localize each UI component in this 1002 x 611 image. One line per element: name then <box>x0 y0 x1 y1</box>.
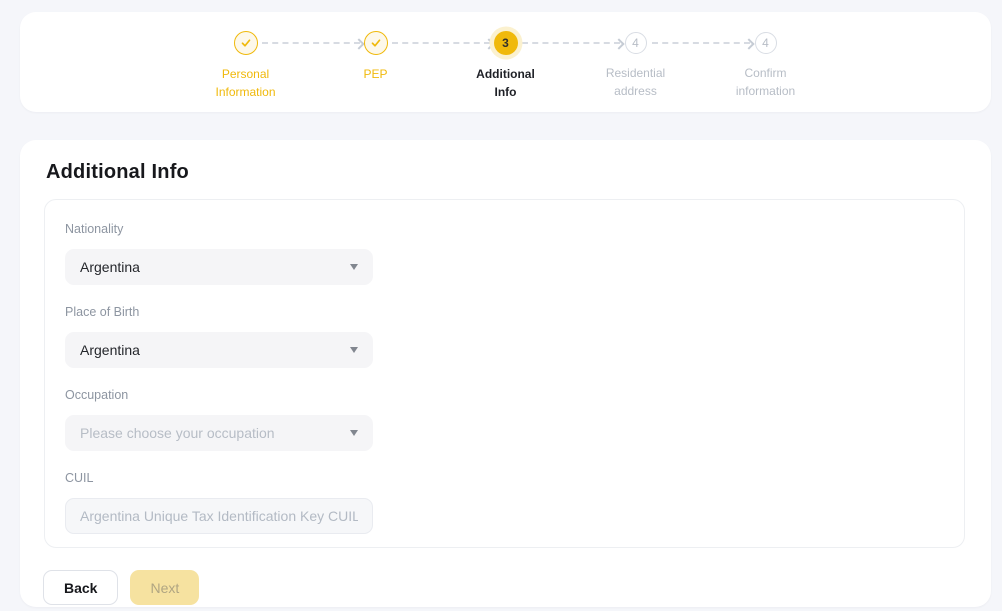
step-number-badge: 4 <box>625 32 647 54</box>
page-title: Additional Info <box>46 161 189 184</box>
occupation-placeholder: Please choose your occupation <box>80 425 275 441</box>
occupation-field-group: Occupation Please choose your occupation <box>65 388 964 451</box>
occupation-select[interactable]: Please choose your occupation <box>65 415 373 451</box>
cuil-field-group: CUIL <box>65 471 964 534</box>
step-label: Personal Information <box>205 65 287 101</box>
nationality-select[interactable]: Argentina <box>65 249 373 285</box>
cuil-label: CUIL <box>65 471 964 486</box>
step-label: Residential address <box>595 64 677 100</box>
place-of-birth-field-group: Place of Birth Argentina <box>65 305 964 368</box>
chevron-down-icon <box>350 347 358 353</box>
stepper-step-confirm-information: 4 Confirm information <box>701 31 831 101</box>
next-button[interactable]: Next <box>130 570 199 605</box>
chevron-down-icon <box>350 430 358 436</box>
back-button[interactable]: Back <box>43 570 118 605</box>
nationality-field-group: Nationality Argentina <box>65 222 964 285</box>
chevron-down-icon <box>350 264 358 270</box>
step-label: Additional Info <box>465 65 547 101</box>
additional-info-card: Additional Info Nationality Argentina Pl… <box>20 140 991 607</box>
step-label: Confirm information <box>725 64 807 100</box>
place-of-birth-selected-value: Argentina <box>80 342 140 358</box>
step-label: PEP <box>363 65 387 83</box>
step-number-badge: 3 <box>494 31 518 55</box>
occupation-label: Occupation <box>65 388 964 403</box>
check-icon <box>234 31 258 55</box>
place-of-birth-select[interactable]: Argentina <box>65 332 373 368</box>
check-icon <box>364 31 388 55</box>
cuil-input[interactable] <box>65 498 373 534</box>
step-number-badge: 4 <box>755 32 777 54</box>
nationality-label: Nationality <box>65 222 964 237</box>
form-container: Nationality Argentina Place of Birth Arg… <box>44 199 965 548</box>
stepper-card: Personal Information PEP 3 Additional In… <box>20 12 991 112</box>
place-of-birth-label: Place of Birth <box>65 305 964 320</box>
stepper: Personal Information PEP 3 Additional In… <box>20 12 991 101</box>
form-actions: Back Next <box>43 570 199 605</box>
nationality-selected-value: Argentina <box>80 259 140 275</box>
